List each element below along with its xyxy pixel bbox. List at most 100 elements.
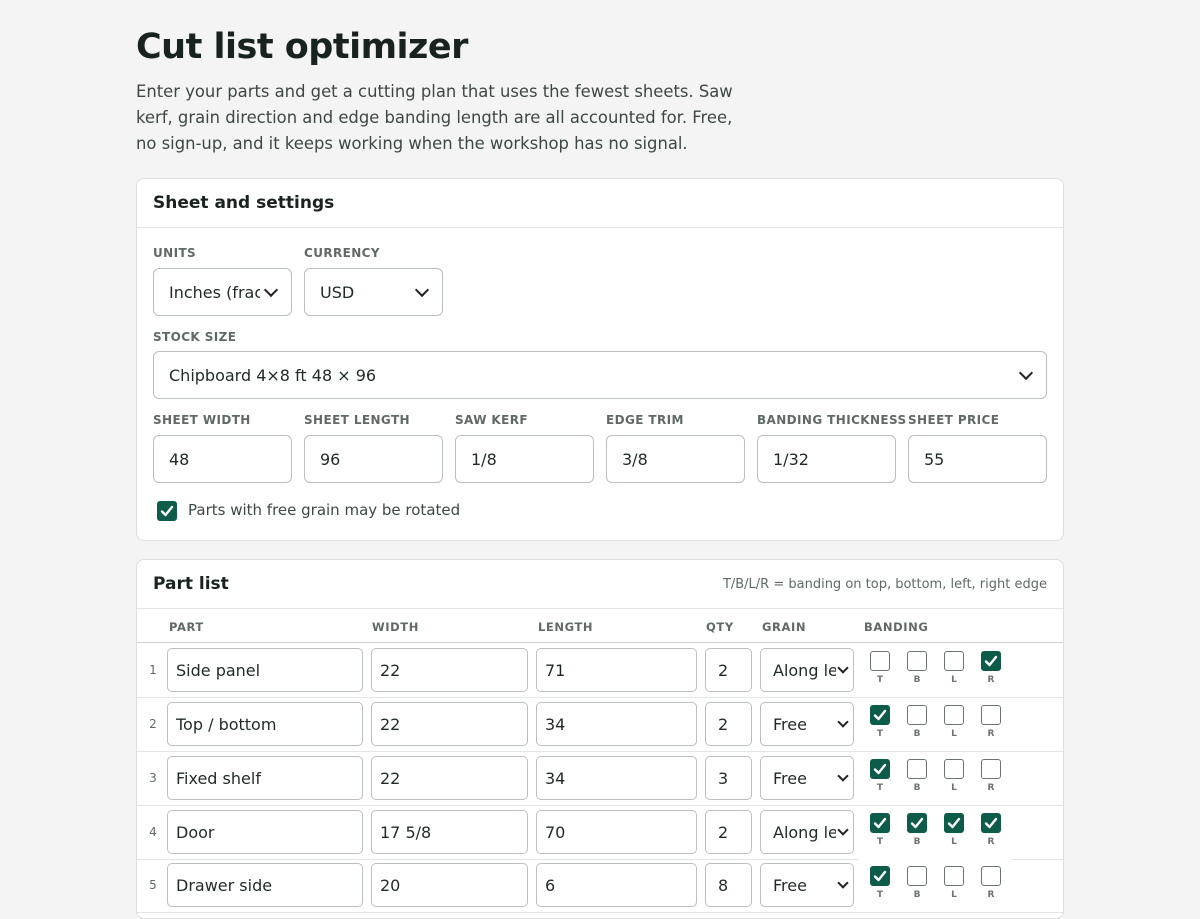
part-name-input[interactable]: Top / bottom xyxy=(167,702,363,746)
saw-kerf-label: SAW KERF xyxy=(455,413,528,427)
banding-t-checkbox[interactable] xyxy=(870,866,890,886)
banding-l-checkbox[interactable] xyxy=(944,759,964,779)
banding-r-checkbox[interactable] xyxy=(981,866,1001,886)
banding-b-checkbox[interactable] xyxy=(907,866,927,886)
banding-t-label: T xyxy=(876,890,884,900)
sheet-price-input[interactable]: 55 xyxy=(908,435,1047,483)
banding-b-checkbox[interactable] xyxy=(907,705,927,725)
sheet-price-label: SHEET PRICE xyxy=(908,413,1000,427)
currency-label: CURRENCY xyxy=(304,246,380,260)
sheet-length-input[interactable]: 96 xyxy=(304,435,443,483)
banding-t-checkbox[interactable] xyxy=(870,651,890,671)
checkmark-icon xyxy=(873,709,887,721)
banding-l-label: L xyxy=(951,783,957,793)
part-width-input[interactable]: 22 xyxy=(371,702,528,746)
part-grain-value: Along length xyxy=(773,822,836,842)
banding-thickness-input[interactable]: 1/32 xyxy=(757,435,896,483)
part-width-input[interactable]: 22 xyxy=(371,648,528,692)
banding-r-checkbox[interactable] xyxy=(981,705,1001,725)
rotate-label: Parts with free grain may be rotated xyxy=(188,501,461,519)
part-length-input[interactable]: 71 xyxy=(536,648,697,692)
sheet-width-input[interactable]: 48 xyxy=(153,435,292,483)
banding-b-label: B xyxy=(913,675,921,685)
part-qty-input[interactable]: 8 xyxy=(705,863,752,907)
banding-t-label: T xyxy=(876,783,884,793)
part-length-input[interactable]: 34 xyxy=(536,756,697,800)
banding-l-checkbox[interactable] xyxy=(944,705,964,725)
column-header-banding: BANDING xyxy=(864,620,929,634)
units-select[interactable]: Inches (fractions) xyxy=(153,268,292,316)
part-qty-input[interactable]: 2 xyxy=(705,702,752,746)
column-header-width: WIDTH xyxy=(372,620,419,634)
banding-r-checkbox[interactable] xyxy=(981,759,1001,779)
banding-t-label: T xyxy=(876,675,884,685)
banding-r-checkbox[interactable] xyxy=(981,651,1001,671)
part-name-input[interactable]: Fixed shelf xyxy=(167,756,363,800)
part-grain-value: Free xyxy=(773,768,807,788)
part-length-input[interactable]: 70 xyxy=(536,810,697,854)
chevron-down-icon xyxy=(1018,365,1034,380)
banding-t-checkbox[interactable] xyxy=(870,759,890,779)
checkmark-icon xyxy=(873,870,887,882)
column-header-qty: QTY xyxy=(706,620,734,634)
checkmark-icon xyxy=(160,505,174,517)
checkmark-icon xyxy=(984,817,998,829)
part-grain-select[interactable]: Along length xyxy=(760,810,854,854)
part-grain-select[interactable]: Free xyxy=(760,756,854,800)
part-length-input[interactable]: 6 xyxy=(536,863,697,907)
part-length-input[interactable]: 34 xyxy=(536,702,697,746)
chevron-down-icon xyxy=(837,716,849,728)
row-number: 1 xyxy=(149,663,157,677)
banding-group: TBLR xyxy=(858,859,1012,911)
part-width-input[interactable]: 20 xyxy=(371,863,528,907)
part-name-input[interactable]: Door xyxy=(167,810,363,854)
column-header-grain: GRAIN xyxy=(762,620,807,634)
banding-b-label: B xyxy=(913,837,921,847)
part-name-input[interactable]: Drawer side xyxy=(167,863,363,907)
chevron-down-icon xyxy=(263,282,279,297)
settings-card-header: Sheet and settings xyxy=(137,179,1063,228)
banding-b-label: B xyxy=(913,783,921,793)
part-table-header: PART WIDTH LENGTH QTY GRAIN BANDING xyxy=(137,609,1063,643)
currency-select[interactable]: USD xyxy=(304,268,443,316)
banding-b-checkbox[interactable] xyxy=(907,651,927,671)
banding-group: TBLR xyxy=(858,806,1012,858)
part-grain-select[interactable]: Along length xyxy=(760,648,854,692)
part-qty-input[interactable]: 2 xyxy=(705,648,752,692)
banding-b-checkbox[interactable] xyxy=(907,759,927,779)
sheet-length-label: SHEET LENGTH xyxy=(304,413,410,427)
banding-r-checkbox[interactable] xyxy=(981,813,1001,833)
banding-l-checkbox[interactable] xyxy=(944,866,964,886)
part-name-input[interactable]: Side panel xyxy=(167,648,363,692)
part-grain-select[interactable]: Free xyxy=(760,863,854,907)
part-width-input[interactable]: 22 xyxy=(371,756,528,800)
banding-l-label: L xyxy=(951,729,957,739)
page-title: Cut list optimizer xyxy=(136,27,468,67)
column-header-length: LENGTH xyxy=(538,620,594,634)
part-grain-value: Along length xyxy=(773,660,836,680)
banding-b-checkbox[interactable] xyxy=(907,813,927,833)
saw-kerf-input[interactable]: 1/8 xyxy=(455,435,594,483)
part-width-input[interactable]: 17 5/8 xyxy=(371,810,528,854)
rotate-checkbox[interactable] xyxy=(157,501,177,521)
banding-b-label: B xyxy=(913,890,921,900)
table-row: 4 Door17 5/8702 Along length T B L R xyxy=(137,806,1063,860)
stock-size-select[interactable]: Chipboard 4×8 ft 48 × 96 xyxy=(153,351,1047,399)
banding-t-checkbox[interactable] xyxy=(870,705,890,725)
banding-l-checkbox[interactable] xyxy=(944,813,964,833)
banding-group: TBLR xyxy=(858,644,1012,696)
part-qty-input[interactable]: 3 xyxy=(705,756,752,800)
page-intro: Enter your parts and get a cutting plan … xyxy=(136,82,733,153)
banding-l-checkbox[interactable] xyxy=(944,651,964,671)
row-number: 5 xyxy=(149,878,157,892)
banding-t-checkbox[interactable] xyxy=(870,813,890,833)
part-list-card: Part list T/B/L/R = banding on top, bott… xyxy=(136,559,1064,919)
sheet-width-label: SHEET WIDTH xyxy=(153,413,251,427)
edge-trim-input[interactable]: 3/8 xyxy=(606,435,745,483)
table-row: 3 Fixed shelf 22 34 3 Free T B L R xyxy=(137,752,1063,806)
part-qty-input[interactable]: 2 xyxy=(705,810,752,854)
checkmark-icon xyxy=(873,763,887,775)
part-grain-select[interactable]: Free xyxy=(760,702,854,746)
checkmark-icon xyxy=(984,655,998,667)
checkmark-icon xyxy=(910,817,924,829)
